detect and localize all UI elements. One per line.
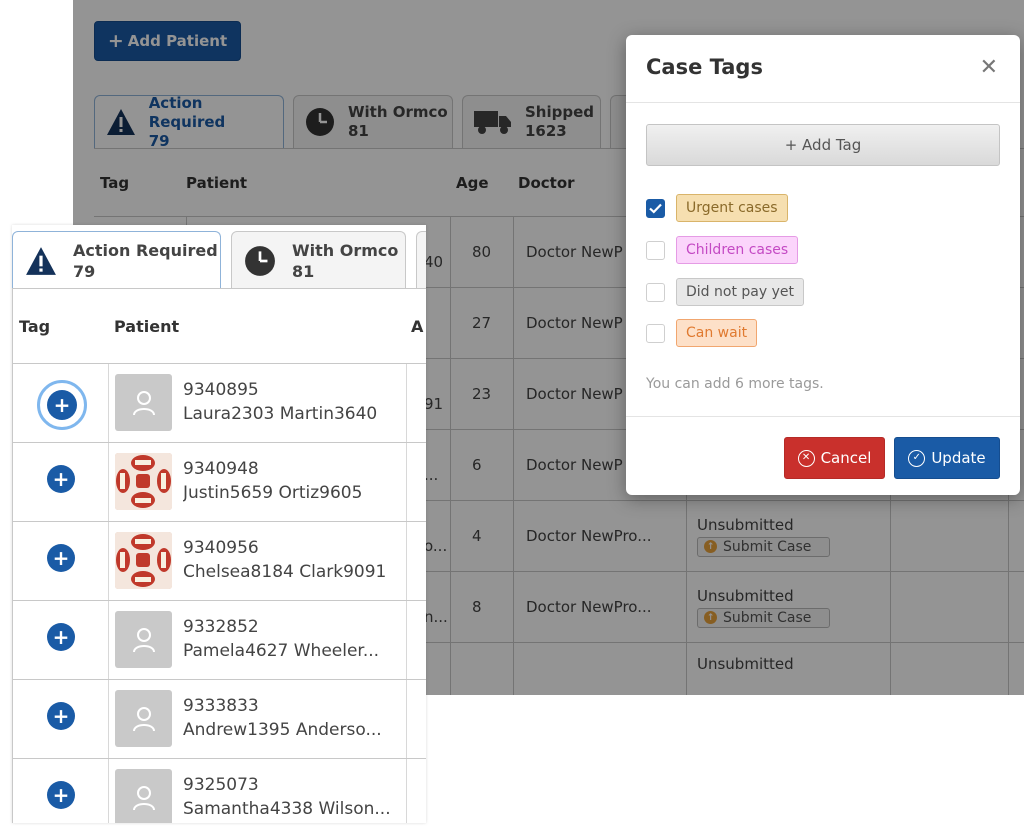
plus-icon: + xyxy=(52,546,70,570)
header-patient: Patient xyxy=(114,317,180,336)
tab-action-required[interactable]: Action Required 79 xyxy=(12,231,221,289)
patient-name: Laura2303 Martin3640 xyxy=(183,404,378,424)
table-row[interactable]: +9340948 Justin5659 Ortiz9605 xyxy=(13,443,426,522)
check-icon xyxy=(649,203,662,214)
avatar-placeholder-icon xyxy=(115,769,172,823)
update-button[interactable]: ✓ Update xyxy=(894,437,1000,479)
tag-label[interactable]: Did not pay yet xyxy=(676,278,804,306)
table-row[interactable]: +9340956 Chelsea8184 Clark9091 xyxy=(13,522,426,601)
tab-count: 79 xyxy=(73,261,96,281)
add-tag-button[interactable]: + xyxy=(47,544,75,572)
x-circle-icon: ✕ xyxy=(797,449,815,467)
check-circle-icon: ✓ xyxy=(908,449,926,467)
add-tag-button[interactable]: + xyxy=(47,781,75,809)
tag-option: Can wait xyxy=(646,319,758,347)
patient-info[interactable]: 9333833 Andrew1395 Anderso... xyxy=(183,694,403,742)
cell-divider xyxy=(108,601,109,679)
tags-remaining-hint: You can add 6 more tags. xyxy=(646,376,824,392)
tag-label[interactable]: Urgent cases xyxy=(676,194,788,222)
modal-header: Case Tags ✕ xyxy=(626,35,1020,103)
zoomed-inset: Action Required 79 With Ormco 81 Tag Pat… xyxy=(12,225,426,823)
tab-shipped[interactable] xyxy=(416,231,426,289)
patient-info[interactable]: 9325073 Samantha4338 Wilson... xyxy=(183,773,403,821)
patient-info[interactable]: 9340948 Justin5659 Ortiz9605 xyxy=(183,457,403,505)
tab-with-ormco[interactable]: With Ormco 81 xyxy=(231,231,406,289)
tab-count: 81 xyxy=(292,261,315,281)
cell-divider xyxy=(406,759,407,823)
header-tag: Tag xyxy=(19,317,51,336)
patient-name: Andrew1395 Anderso... xyxy=(183,720,382,740)
tag-option: Urgent cases xyxy=(646,194,788,222)
header-age-fragment: A xyxy=(411,317,424,336)
patients-table-zoomed: Tag Patient A +9340895 Laura2303 Martin36… xyxy=(12,288,426,823)
modal-footer: ✕ Cancel ✓ Update xyxy=(626,416,1020,495)
add-tag-button[interactable]: + Add Tag xyxy=(646,124,1000,166)
avatar-placeholder-icon xyxy=(115,690,172,747)
add-tag-button[interactable]: + xyxy=(37,380,87,430)
cell-divider xyxy=(406,364,407,442)
add-tag-button[interactable]: + xyxy=(47,623,75,651)
tab-label: Action Required xyxy=(73,240,218,260)
add-tag-button[interactable]: + xyxy=(47,465,75,493)
patient-name: Justin5659 Ortiz9605 xyxy=(183,483,363,503)
plus-icon: + xyxy=(47,390,77,420)
patient-name: Chelsea8184 Clark9091 xyxy=(183,562,387,582)
tab-label: With Ormco xyxy=(292,240,399,260)
table-row[interactable]: +9325073 Samantha4338 Wilson... xyxy=(13,759,426,823)
plus-icon: + xyxy=(52,783,70,807)
cell-divider xyxy=(108,522,109,600)
patient-id: 9340895 xyxy=(183,380,259,400)
patient-id: 9325073 xyxy=(183,775,259,795)
update-label: Update xyxy=(931,449,986,467)
case-tags-modal: Case Tags ✕ + Add Tag Urgent cases Childr… xyxy=(626,35,1020,495)
close-icon[interactable]: ✕ xyxy=(980,55,998,80)
cell-divider xyxy=(108,364,109,442)
tag-checkbox[interactable] xyxy=(646,282,665,302)
patient-id: 9340956 xyxy=(183,538,259,558)
tag-option: Children cases xyxy=(646,236,799,264)
avatar-placeholder-icon xyxy=(115,374,172,431)
plus-icon: + xyxy=(52,625,70,649)
cell-divider xyxy=(406,522,407,600)
table-header: Tag Patient A xyxy=(13,289,426,364)
cell-divider xyxy=(108,759,109,823)
table-row[interactable]: +9333833 Andrew1395 Anderso... xyxy=(13,680,426,759)
add-tag-button[interactable]: + xyxy=(47,702,75,730)
cancel-label: Cancel xyxy=(820,449,872,467)
patient-info[interactable]: 9332852 Pamela4627 Wheeler... xyxy=(183,615,403,663)
tag-checkbox[interactable] xyxy=(646,240,665,260)
cell-divider xyxy=(406,601,407,679)
tag-label[interactable]: Can wait xyxy=(676,319,758,347)
patient-name: Pamela4627 Wheeler... xyxy=(183,641,380,661)
cell-divider xyxy=(406,443,407,521)
patient-info[interactable]: 9340956 Chelsea8184 Clark9091 xyxy=(183,536,403,584)
patient-id: 9333833 xyxy=(183,696,259,716)
clock-icon xyxy=(244,245,276,276)
tag-option: Did not pay yet xyxy=(646,278,804,306)
cell-divider xyxy=(406,680,407,758)
patient-id: 9340948 xyxy=(183,459,259,479)
modal-title: Case Tags xyxy=(646,55,763,79)
plus-icon: + xyxy=(52,704,70,728)
tag-checkbox[interactable] xyxy=(646,323,665,343)
warning-icon xyxy=(25,246,57,276)
tag-label[interactable]: Children cases xyxy=(676,236,799,264)
plus-icon: + xyxy=(52,467,70,491)
patient-info[interactable]: 9340895 Laura2303 Martin3640 xyxy=(183,378,403,426)
tag-checkbox[interactable] xyxy=(646,198,665,218)
cancel-button[interactable]: ✕ Cancel xyxy=(784,437,885,479)
avatar-placeholder-icon xyxy=(115,611,172,668)
patient-name: Samantha4338 Wilson... xyxy=(183,799,391,819)
table-row[interactable]: +9340895 Laura2303 Martin3640 xyxy=(13,364,426,443)
cell-divider xyxy=(108,680,109,758)
patient-photo xyxy=(115,532,172,589)
patient-photo xyxy=(115,453,172,510)
cell-divider xyxy=(108,443,109,521)
table-row[interactable]: +9332852 Pamela4627 Wheeler... xyxy=(13,601,426,680)
patient-id: 9332852 xyxy=(183,617,259,637)
